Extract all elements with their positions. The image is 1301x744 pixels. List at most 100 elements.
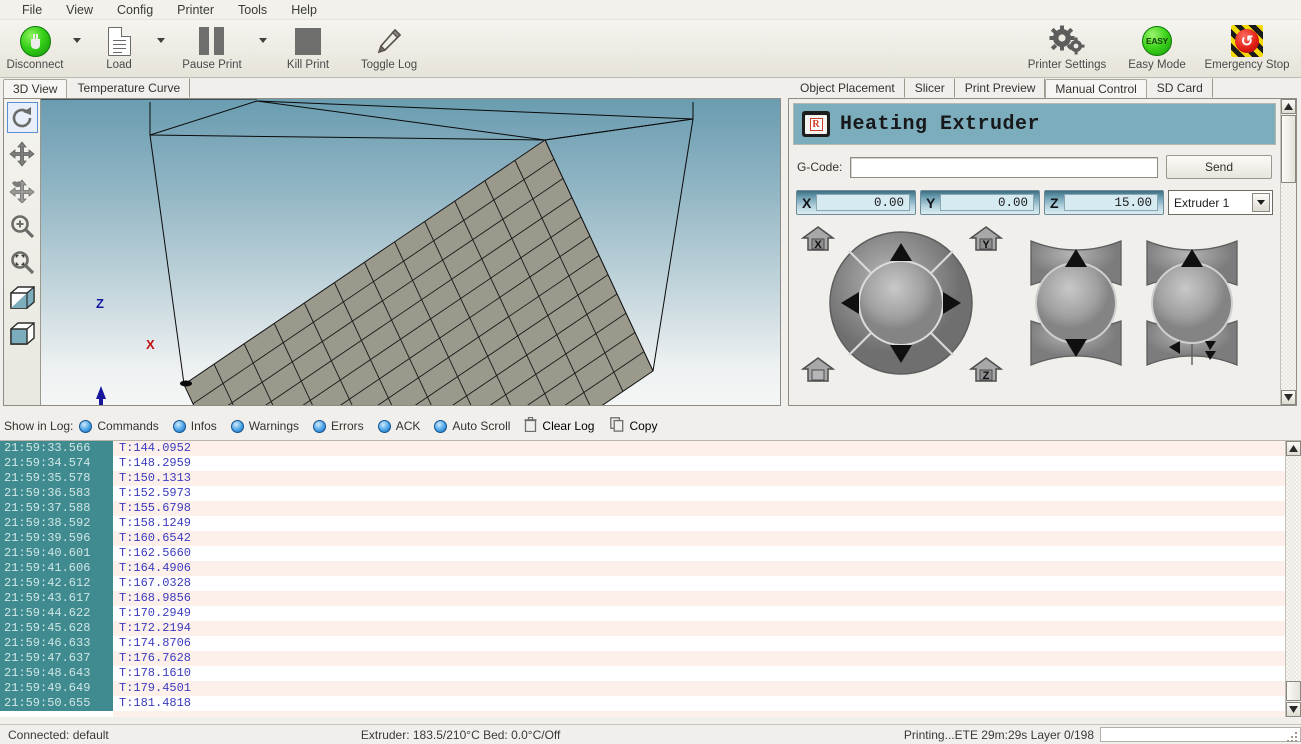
pause-print-label: Pause Print (182, 59, 242, 71)
zoom-fit-tool[interactable] (7, 246, 38, 277)
chevron-down-icon[interactable] (1252, 193, 1270, 212)
main-split: 3D View Temperature Curve Z X Object Pla… (0, 78, 1301, 412)
clear-log-button[interactable]: Clear Log (524, 416, 594, 435)
log-row[interactable]: 21:59:48.643 T:178.1610 (0, 666, 1301, 681)
copy-button[interactable]: Copy (610, 417, 657, 435)
status-banner-title: Heating Extruder (840, 112, 1041, 136)
log-row[interactable]: 21:59:43.617 T:168.9856 (0, 591, 1301, 606)
filter-auto-scroll[interactable]: Auto Scroll (434, 419, 510, 433)
tab-print-preview[interactable]: Print Preview (955, 78, 1046, 98)
load-button[interactable]: Load (84, 20, 154, 76)
home-all-button[interactable] (800, 356, 836, 384)
radio-icon[interactable] (377, 419, 391, 433)
copy-label: Copy (629, 419, 658, 433)
log-row[interactable]: 21:59:46.633 T:174.8706 (0, 636, 1301, 651)
toolbar-right-group: Printer Settings EASY Easy Mode ↺ Emerge… (1017, 20, 1297, 76)
menu-printer[interactable]: Printer (165, 1, 226, 19)
control-panel-scrollbar[interactable] (1280, 99, 1296, 405)
log-row[interactable]: 21:59:33.566 T:144.0952 (0, 441, 1301, 456)
tab-temperature-curve[interactable]: Temperature Curve (67, 78, 191, 98)
emergency-stop-button[interactable]: ↺ Emergency Stop (1197, 20, 1297, 76)
log-message: T:170.2949 (113, 606, 1301, 621)
log-timestamp: 21:59:33.566 (0, 441, 113, 456)
tab-3d-view[interactable]: 3D View (3, 79, 68, 98)
filter-infos[interactable]: Infos (172, 419, 217, 433)
log-message: T:181.4818 (113, 696, 1301, 711)
tab-sd-card[interactable]: SD Card (1147, 78, 1213, 98)
resize-grip-icon[interactable] (1287, 730, 1299, 742)
extruder-select[interactable]: Extruder 1 (1168, 190, 1273, 215)
coordinate-y[interactable]: Y 0.00 (920, 190, 1040, 215)
pause-print-button[interactable]: Pause Print (168, 20, 256, 76)
toggle-log-button[interactable]: Toggle Log (346, 20, 432, 76)
radio-icon[interactable] (230, 419, 244, 433)
filter-commands[interactable]: Commands (79, 419, 159, 433)
home-x-button[interactable]: X (800, 225, 836, 253)
log-scroll-up-button[interactable] (1286, 441, 1301, 456)
viewport-panel: 3D View Temperature Curve Z X (0, 78, 784, 412)
axis-x-value[interactable]: 0.00 (816, 194, 910, 211)
radio-icon[interactable] (434, 419, 448, 433)
coordinate-z[interactable]: Z 15.00 (1044, 190, 1164, 215)
log-row[interactable]: 21:59:41.606 T:164.4906 (0, 561, 1301, 576)
log-row[interactable]: 21:59:44.622 T:170.2949 (0, 606, 1301, 621)
disconnect-label: Disconnect (6, 59, 64, 71)
log-row[interactable]: 21:59:47.637 T:176.7628 (0, 651, 1301, 666)
radio-icon[interactable] (313, 419, 327, 433)
view-solid-tool[interactable] (7, 282, 38, 313)
pan-tool[interactable] (7, 174, 38, 205)
easy-mode-button[interactable]: EASY Easy Mode (1117, 20, 1197, 76)
tab-slicer[interactable]: Slicer (905, 78, 955, 98)
log-row[interactable]: 21:59:36.583 T:152.5973 (0, 486, 1301, 501)
log-table[interactable]: 21:59:33.566 T:144.0952 21:59:34.574 T:148.… (0, 440, 1301, 717)
radio-icon[interactable] (172, 419, 186, 433)
tab-manual-control[interactable]: Manual Control (1045, 79, 1147, 98)
menu-help[interactable]: Help (279, 1, 329, 19)
zoom-in-tool[interactable] (7, 210, 38, 241)
menu-config[interactable]: Config (105, 1, 165, 19)
disconnect-dropdown-arrow[interactable] (70, 20, 84, 76)
axis-y-value[interactable]: 0.00 (940, 194, 1034, 211)
kill-print-button[interactable]: Kill Print (270, 20, 346, 76)
log-row[interactable]: 21:59:37.588 T:155.6798 (0, 501, 1301, 516)
log-row[interactable]: 21:59:45.628 T:172.2194 (0, 621, 1301, 636)
gcode-input[interactable] (850, 156, 1158, 178)
load-dropdown-arrow[interactable] (154, 20, 168, 76)
scroll-track[interactable] (1281, 185, 1296, 389)
menu-tools[interactable]: Tools (226, 1, 279, 19)
log-scroll-down-button[interactable] (1286, 702, 1301, 717)
radio-icon[interactable] (79, 419, 93, 433)
disconnect-button[interactable]: Disconnect (0, 20, 70, 76)
view-box-tool[interactable] (7, 318, 38, 349)
log-message: T:168.9856 (113, 591, 1301, 606)
filter-warnings[interactable]: Warnings (230, 419, 299, 433)
tab-object-placement[interactable]: Object Placement (790, 78, 905, 98)
log-scrollbar[interactable] (1285, 441, 1301, 717)
log-scroll-thumb[interactable] (1286, 681, 1301, 701)
log-row[interactable]: 21:59:50.655 T:181.4818 (0, 696, 1301, 711)
scroll-down-button[interactable] (1281, 390, 1296, 405)
home-y-button[interactable]: Y (968, 225, 1004, 253)
send-button[interactable]: Send (1166, 155, 1272, 179)
scroll-thumb[interactable] (1281, 115, 1296, 183)
log-row[interactable]: 21:59:34.574 T:148.2959 (0, 456, 1301, 471)
menu-view[interactable]: View (54, 1, 105, 19)
axis-z-value[interactable]: 15.00 (1063, 194, 1158, 211)
build-plate-viewport[interactable]: Z X (41, 99, 780, 405)
log-row[interactable]: 21:59:38.592 T:158.1249 (0, 516, 1301, 531)
home-z-button[interactable]: Z (968, 356, 1004, 384)
log-row[interactable]: 21:59:35.578 T:150.1313 (0, 471, 1301, 486)
scroll-up-button[interactable] (1281, 99, 1296, 114)
log-row[interactable]: 21:59:49.649 T:179.4501 (0, 681, 1301, 696)
pause-print-dropdown-arrow[interactable] (256, 20, 270, 76)
move-tool[interactable] (7, 138, 38, 169)
menu-file[interactable]: File (10, 1, 54, 19)
log-row[interactable]: 21:59:42.612 T:167.0328 (0, 576, 1301, 591)
log-row[interactable]: 21:59:40.601 T:162.5660 (0, 546, 1301, 561)
filter-ack[interactable]: ACK (377, 419, 420, 433)
printer-settings-button[interactable]: Printer Settings (1017, 20, 1117, 76)
coordinate-x[interactable]: X 0.00 (796, 190, 916, 215)
log-row[interactable]: 21:59:39.596 T:160.6542 (0, 531, 1301, 546)
filter-errors[interactable]: Errors (313, 419, 364, 433)
rotate-tool[interactable] (6, 102, 38, 133)
